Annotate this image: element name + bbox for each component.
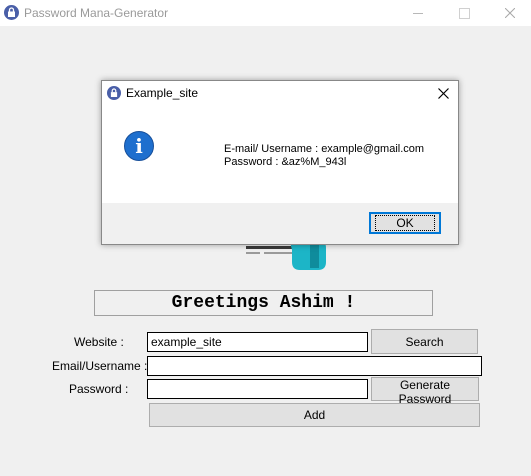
ok-button[interactable]: OK bbox=[369, 212, 441, 234]
close-icon bbox=[438, 88, 449, 99]
info-icon: i bbox=[124, 131, 154, 161]
email-label: Email/Username : bbox=[52, 359, 148, 373]
window-title: Password Mana-Generator bbox=[24, 6, 169, 20]
email-input[interactable] bbox=[147, 356, 482, 376]
dialog-close-button[interactable] bbox=[432, 83, 456, 103]
search-button[interactable]: Search bbox=[371, 329, 478, 354]
dialog-title: Example_site bbox=[126, 86, 199, 100]
dialog-message: E-mail/ Username : example@gmail.com Pas… bbox=[224, 143, 424, 169]
credential-password-text: Password : &az%M_943l bbox=[224, 156, 347, 168]
lock-icon bbox=[4, 5, 19, 20]
add-button[interactable]: Add bbox=[149, 403, 480, 427]
ok-button-label: OK bbox=[375, 215, 435, 231]
website-label: Website : bbox=[74, 335, 124, 349]
password-label: Password : bbox=[69, 382, 129, 396]
minimize-button[interactable] bbox=[398, 0, 438, 26]
close-button[interactable] bbox=[490, 0, 530, 26]
info-dialog: Example_site i E-mail/ Username : exampl… bbox=[101, 80, 459, 245]
generate-password-button[interactable]: Generate Password bbox=[371, 377, 479, 406]
greeting-label: Greetings Ashim ! bbox=[94, 290, 433, 316]
website-input[interactable] bbox=[147, 332, 368, 352]
password-input[interactable] bbox=[147, 379, 368, 399]
maximize-button[interactable] bbox=[444, 0, 484, 26]
dialog-titlebar[interactable]: Example_site bbox=[102, 81, 458, 105]
dialog-body: i E-mail/ Username : example@gmail.com P… bbox=[102, 105, 458, 203]
close-icon bbox=[505, 8, 515, 18]
lock-icon bbox=[107, 86, 121, 100]
window-titlebar[interactable]: Password Mana-Generator bbox=[0, 0, 531, 26]
credential-email-text: E-mail/ Username : example@gmail.com bbox=[224, 143, 425, 155]
